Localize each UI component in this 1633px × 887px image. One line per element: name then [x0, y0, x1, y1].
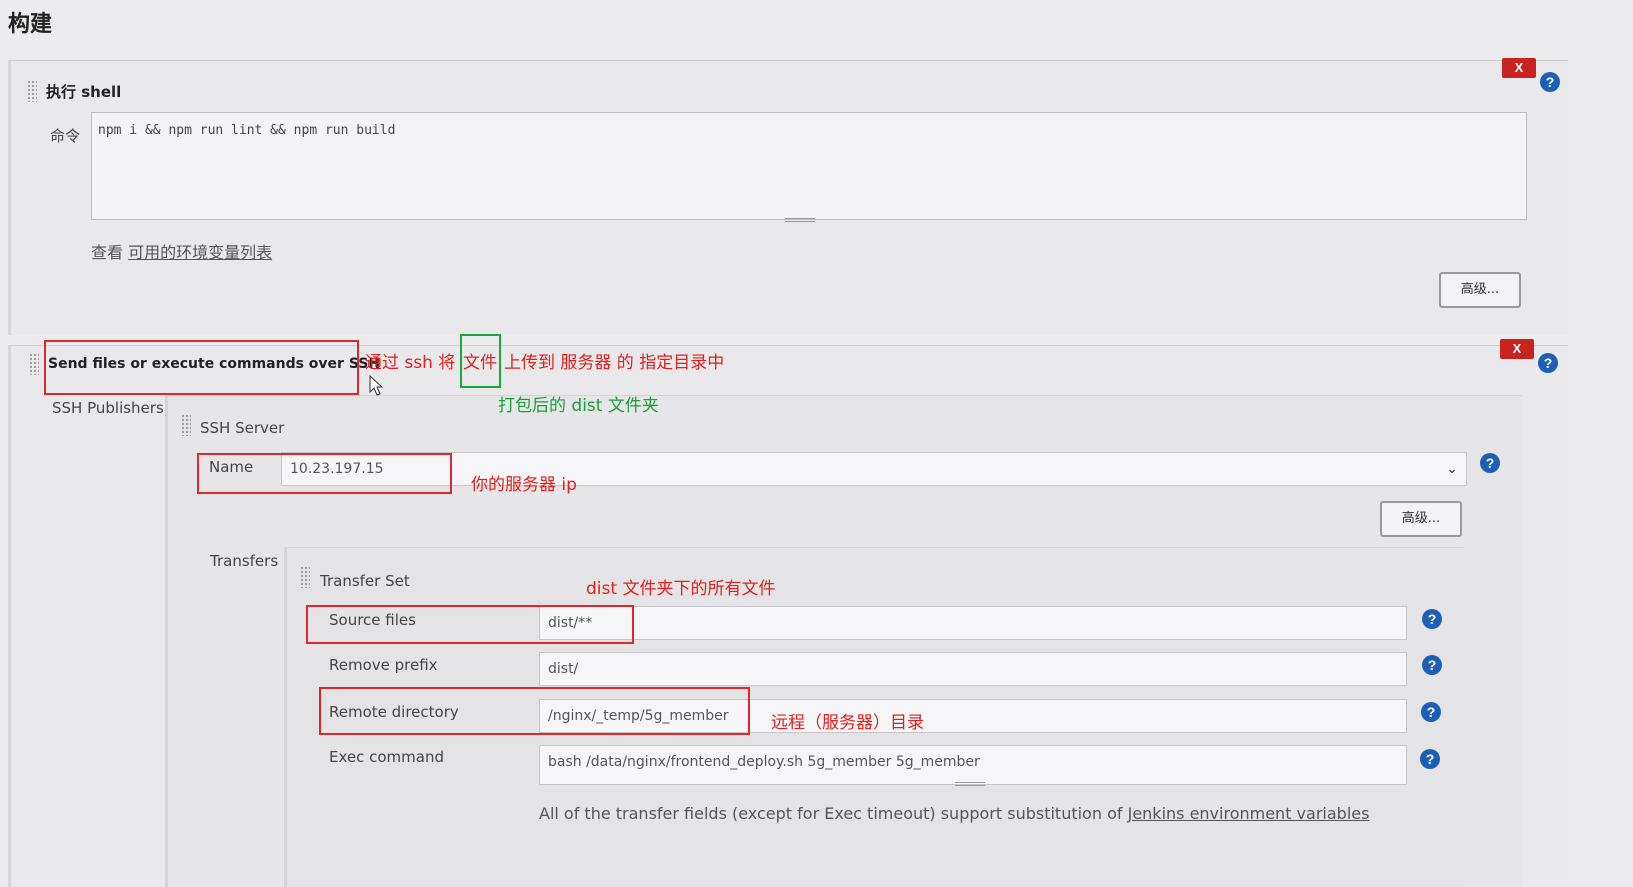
drag-handle-icon[interactable]	[27, 80, 37, 102]
ssh-publishers-label: SSH Publishers	[52, 399, 164, 417]
chevron-down-icon: ⌄	[1446, 461, 1458, 477]
drag-handle-icon[interactable]	[181, 414, 191, 436]
ssh-advanced-button[interactable]: 高级...	[1380, 501, 1462, 537]
drag-handle-icon[interactable]	[300, 566, 310, 588]
annotation-remote-dir: 远程（服务器）目录	[771, 713, 924, 733]
shell-step-title: 执行 shell	[46, 83, 122, 101]
section-title: 构建	[8, 12, 53, 37]
delete-step-button[interactable]: X	[1500, 339, 1534, 359]
annotation-dist-folder: 打包后的 dist 文件夹	[498, 396, 659, 416]
transfers-label: Transfers	[210, 552, 279, 570]
transfer-note-text: All of the transfer fields (except for E…	[539, 804, 1123, 823]
command-label: 命令	[50, 127, 81, 145]
help-icon[interactable]: ?	[1421, 702, 1441, 722]
annotation-box-remote-directory	[319, 687, 750, 735]
help-icon[interactable]: ?	[1422, 609, 1442, 629]
remove-prefix-input[interactable]: dist/	[539, 652, 1407, 686]
annotation-dist-all-files: dist 文件夹下的所有文件	[586, 579, 776, 599]
env-vars-line: 查看 可用的环境变量列表	[91, 239, 272, 263]
exec-command-value: bash /data/nginx/frontend_deploy.sh 5g_m…	[548, 754, 980, 770]
jenkins-env-vars-link[interactable]: Jenkins environment variables	[1128, 804, 1370, 823]
annotation-box-server-name	[197, 453, 452, 494]
annotation-ssh-upload-files: 文件	[463, 353, 497, 373]
textarea-resize-handle[interactable]	[785, 218, 815, 222]
env-prefix: 查看	[91, 243, 124, 262]
remove-prefix-label: Remove prefix	[329, 656, 438, 674]
delete-step-button[interactable]: X	[1502, 58, 1536, 78]
mouse-cursor-icon	[369, 375, 384, 396]
exec-command-label: Exec command	[329, 748, 445, 766]
remove-prefix-value: dist/	[548, 661, 579, 677]
help-icon[interactable]: ?	[1538, 353, 1558, 373]
source-files-input[interactable]: dist/**	[539, 606, 1407, 640]
help-icon[interactable]: ?	[1420, 749, 1440, 769]
exec-command-textarea[interactable]: bash /data/nginx/frontend_deploy.sh 5g_m…	[539, 745, 1407, 785]
env-vars-link[interactable]: 可用的环境变量列表	[128, 243, 272, 262]
server-name-select[interactable]: 10.23.197.15 ⌄	[281, 452, 1467, 486]
ssh-server-label: SSH Server	[200, 419, 285, 437]
help-icon[interactable]: ?	[1422, 655, 1442, 675]
annotation-server-ip: 你的服务器 ip	[471, 475, 577, 495]
transfer-set-label: Transfer Set	[320, 572, 410, 590]
shell-advanced-button[interactable]: 高级...	[1439, 272, 1521, 308]
command-value: npm i && npm run lint && npm run build	[98, 123, 396, 138]
annotation-box-ssh-title	[44, 340, 359, 395]
annotation-ssh-upload-a: 通过 ssh 将	[365, 353, 456, 373]
annotation-box-source-files	[306, 605, 634, 644]
help-icon[interactable]: ?	[1480, 453, 1500, 473]
drag-handle-icon[interactable]	[29, 353, 39, 375]
command-textarea[interactable]: npm i && npm run lint && npm run build	[91, 112, 1527, 220]
annotation-ssh-upload-b: 上传到 服务器 的 指定目录中	[504, 353, 725, 373]
transfer-note: All of the transfer fields (except for E…	[539, 804, 1369, 823]
help-icon[interactable]: ?	[1540, 72, 1560, 92]
textarea-resize-handle[interactable]	[955, 782, 985, 786]
